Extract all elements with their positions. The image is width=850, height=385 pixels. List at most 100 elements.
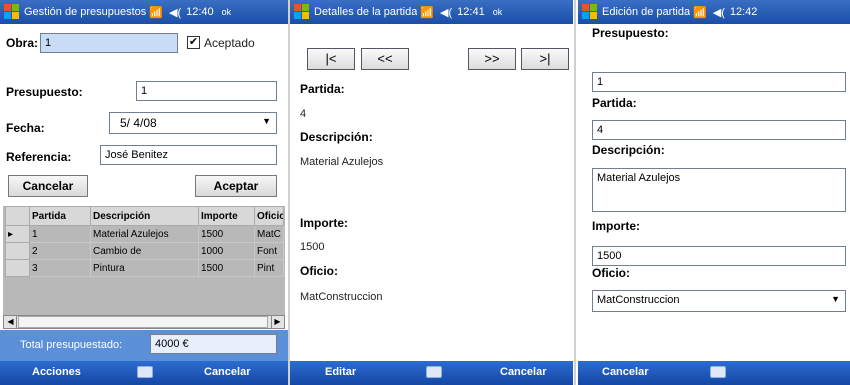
referencia-label: Referencia: — [6, 150, 72, 164]
budget-management-screen: Gestión de presupuestos 📶 ◀( 12:40 ok Ob… — [0, 0, 288, 385]
scroll-right-icon[interactable]: ▶ — [271, 316, 283, 328]
importe-label: Importe: — [300, 216, 348, 230]
cancel-button[interactable]: Cancelar — [8, 175, 88, 197]
column-header[interactable]: Importe — [198, 206, 255, 226]
table-cell[interactable]: Pint — [254, 259, 284, 277]
window-title: Gestión de presupuestos — [24, 6, 147, 18]
oficio-value: MatConstruccion — [597, 294, 680, 306]
presupuesto-field[interactable]: 1 — [592, 72, 846, 92]
horizontal-scrollbar[interactable]: ◀ ▶ — [3, 315, 285, 329]
chevron-down-icon: ▼ — [262, 116, 271, 126]
row-header[interactable] — [5, 259, 30, 277]
oficio-dropdown[interactable]: MatConstruccion ▼ — [592, 290, 846, 312]
descripcion-label: Descripción: — [300, 130, 373, 144]
descripcion-value: Material Azulejos — [300, 156, 384, 168]
importe-label: Importe: — [592, 219, 640, 233]
cancelar-menu[interactable]: Cancelar — [500, 366, 546, 378]
editar-menu[interactable]: Editar — [325, 366, 356, 378]
menu-bar: Acciones Cancelar — [0, 361, 288, 385]
table-header-row: Partida Descripción Importe Oficio — [5, 206, 284, 226]
column-header[interactable]: Oficio — [254, 206, 284, 226]
partida-value: 4 — [300, 108, 307, 120]
signal-icon[interactable]: 📶 — [693, 6, 707, 19]
next-record-button[interactable]: >> — [468, 48, 516, 70]
oficio-label: Oficio: — [300, 264, 338, 278]
aceptado-label: Aceptado — [204, 36, 255, 50]
cancelar-menu[interactable]: Cancelar — [204, 366, 250, 378]
column-header[interactable]: Descripción — [90, 206, 199, 226]
column-header[interactable]: Partida — [29, 206, 91, 226]
total-field: 4000 € — [150, 334, 277, 354]
table-cell[interactable]: MatC — [254, 225, 284, 243]
keyboard-icon[interactable] — [426, 366, 442, 378]
menu-bar: Editar Cancelar — [290, 361, 573, 385]
volume-icon[interactable]: ◀( — [169, 6, 181, 19]
table-cell[interactable]: Pintura — [90, 259, 199, 277]
row-header-corner — [5, 206, 30, 226]
previous-record-button[interactable]: << — [361, 48, 409, 70]
menu-bar: Cancelar — [578, 361, 850, 385]
clock[interactable]: 12:42 — [730, 6, 758, 18]
table-cell[interactable]: Font — [254, 242, 284, 260]
volume-icon[interactable]: ◀( — [713, 6, 725, 19]
signal-icon[interactable]: 📶 — [420, 6, 434, 19]
row-header[interactable] — [5, 242, 30, 260]
window-title: Edición de partida — [602, 6, 691, 18]
importe-field[interactable]: 1500 — [592, 246, 846, 266]
partidas-table: Partida Descripción Importe Oficio ▸ 1 M… — [5, 206, 284, 277]
table-cell[interactable]: 1500 — [198, 225, 255, 243]
oficio-value: MatConstruccion — [300, 291, 383, 303]
table-cell[interactable]: Cambio de — [90, 242, 199, 260]
presupuesto-field[interactable]: 1 — [136, 81, 277, 101]
table-row[interactable]: 3 Pintura 1500 Pint — [5, 259, 284, 277]
fecha-label: Fecha: — [6, 121, 45, 135]
importe-value: 1500 — [300, 241, 325, 253]
cancelar-menu[interactable]: Cancelar — [602, 366, 648, 378]
title-bar: Edición de partida 📶 ◀( 12:42 — [578, 0, 850, 24]
referencia-field[interactable]: José Benitez — [100, 145, 277, 165]
acciones-menu[interactable]: Acciones — [32, 366, 81, 378]
total-panel: Total presupuestado: 4000 € — [0, 330, 288, 361]
descripcion-label: Descripción: — [592, 143, 665, 157]
title-bar: Gestión de presupuestos 📶 ◀( 12:40 ok — [0, 0, 288, 24]
volume-icon[interactable]: ◀( — [440, 6, 452, 19]
table-cell[interactable]: 3 — [29, 259, 91, 277]
table-row[interactable]: ▸ 1 Material Azulejos 1500 MatC — [5, 225, 284, 243]
screen-divider — [574, 0, 576, 385]
clock[interactable]: 12:40 — [186, 6, 214, 18]
windows-start-icon[interactable] — [4, 4, 20, 20]
aceptado-checkbox[interactable]: ✔ — [187, 36, 200, 49]
table-cell[interactable]: 1000 — [198, 242, 255, 260]
windows-start-icon[interactable] — [582, 4, 598, 20]
ok-button[interactable]: ok — [222, 7, 232, 17]
row-selector-icon[interactable]: ▸ — [5, 225, 30, 243]
ok-button[interactable]: ok — [493, 7, 503, 17]
chevron-down-icon: ▼ — [831, 294, 840, 304]
scroll-left-icon[interactable]: ◀ — [5, 316, 17, 328]
last-record-button[interactable]: >| — [521, 48, 569, 70]
fecha-dropdown[interactable]: 5/ 4/08 ▼ — [109, 112, 277, 134]
partida-label: Partida: — [592, 96, 637, 110]
oficio-label: Oficio: — [592, 266, 630, 280]
total-label: Total presupuestado: — [20, 339, 123, 351]
windows-start-icon[interactable] — [294, 4, 310, 20]
partida-field[interactable]: 4 — [592, 120, 846, 140]
table-cell[interactable]: 2 — [29, 242, 91, 260]
scrollbar-thumb[interactable] — [18, 316, 268, 328]
table-row[interactable]: 2 Cambio de 1000 Font — [5, 242, 284, 260]
table-cell[interactable]: Material Azulejos — [90, 225, 199, 243]
signal-icon[interactable]: 📶 — [149, 6, 163, 19]
clock[interactable]: 12:41 — [457, 6, 485, 18]
table-cell[interactable]: 1500 — [198, 259, 255, 277]
keyboard-icon[interactable] — [137, 366, 153, 378]
accept-button[interactable]: Aceptar — [195, 175, 277, 197]
window-title: Detalles de la partida — [314, 6, 418, 18]
obra-field[interactable]: 1 — [40, 33, 178, 53]
title-bar: Detalles de la partida 📶 ◀( 12:41 ok — [290, 0, 573, 24]
descripcion-textarea[interactable]: Material Azulejos — [592, 168, 846, 212]
table-cell[interactable]: 1 — [29, 225, 91, 243]
first-record-button[interactable]: |< — [307, 48, 355, 70]
obra-label: Obra: — [6, 36, 39, 50]
presupuesto-label: Presupuesto: — [6, 85, 83, 99]
keyboard-icon[interactable] — [710, 366, 726, 378]
